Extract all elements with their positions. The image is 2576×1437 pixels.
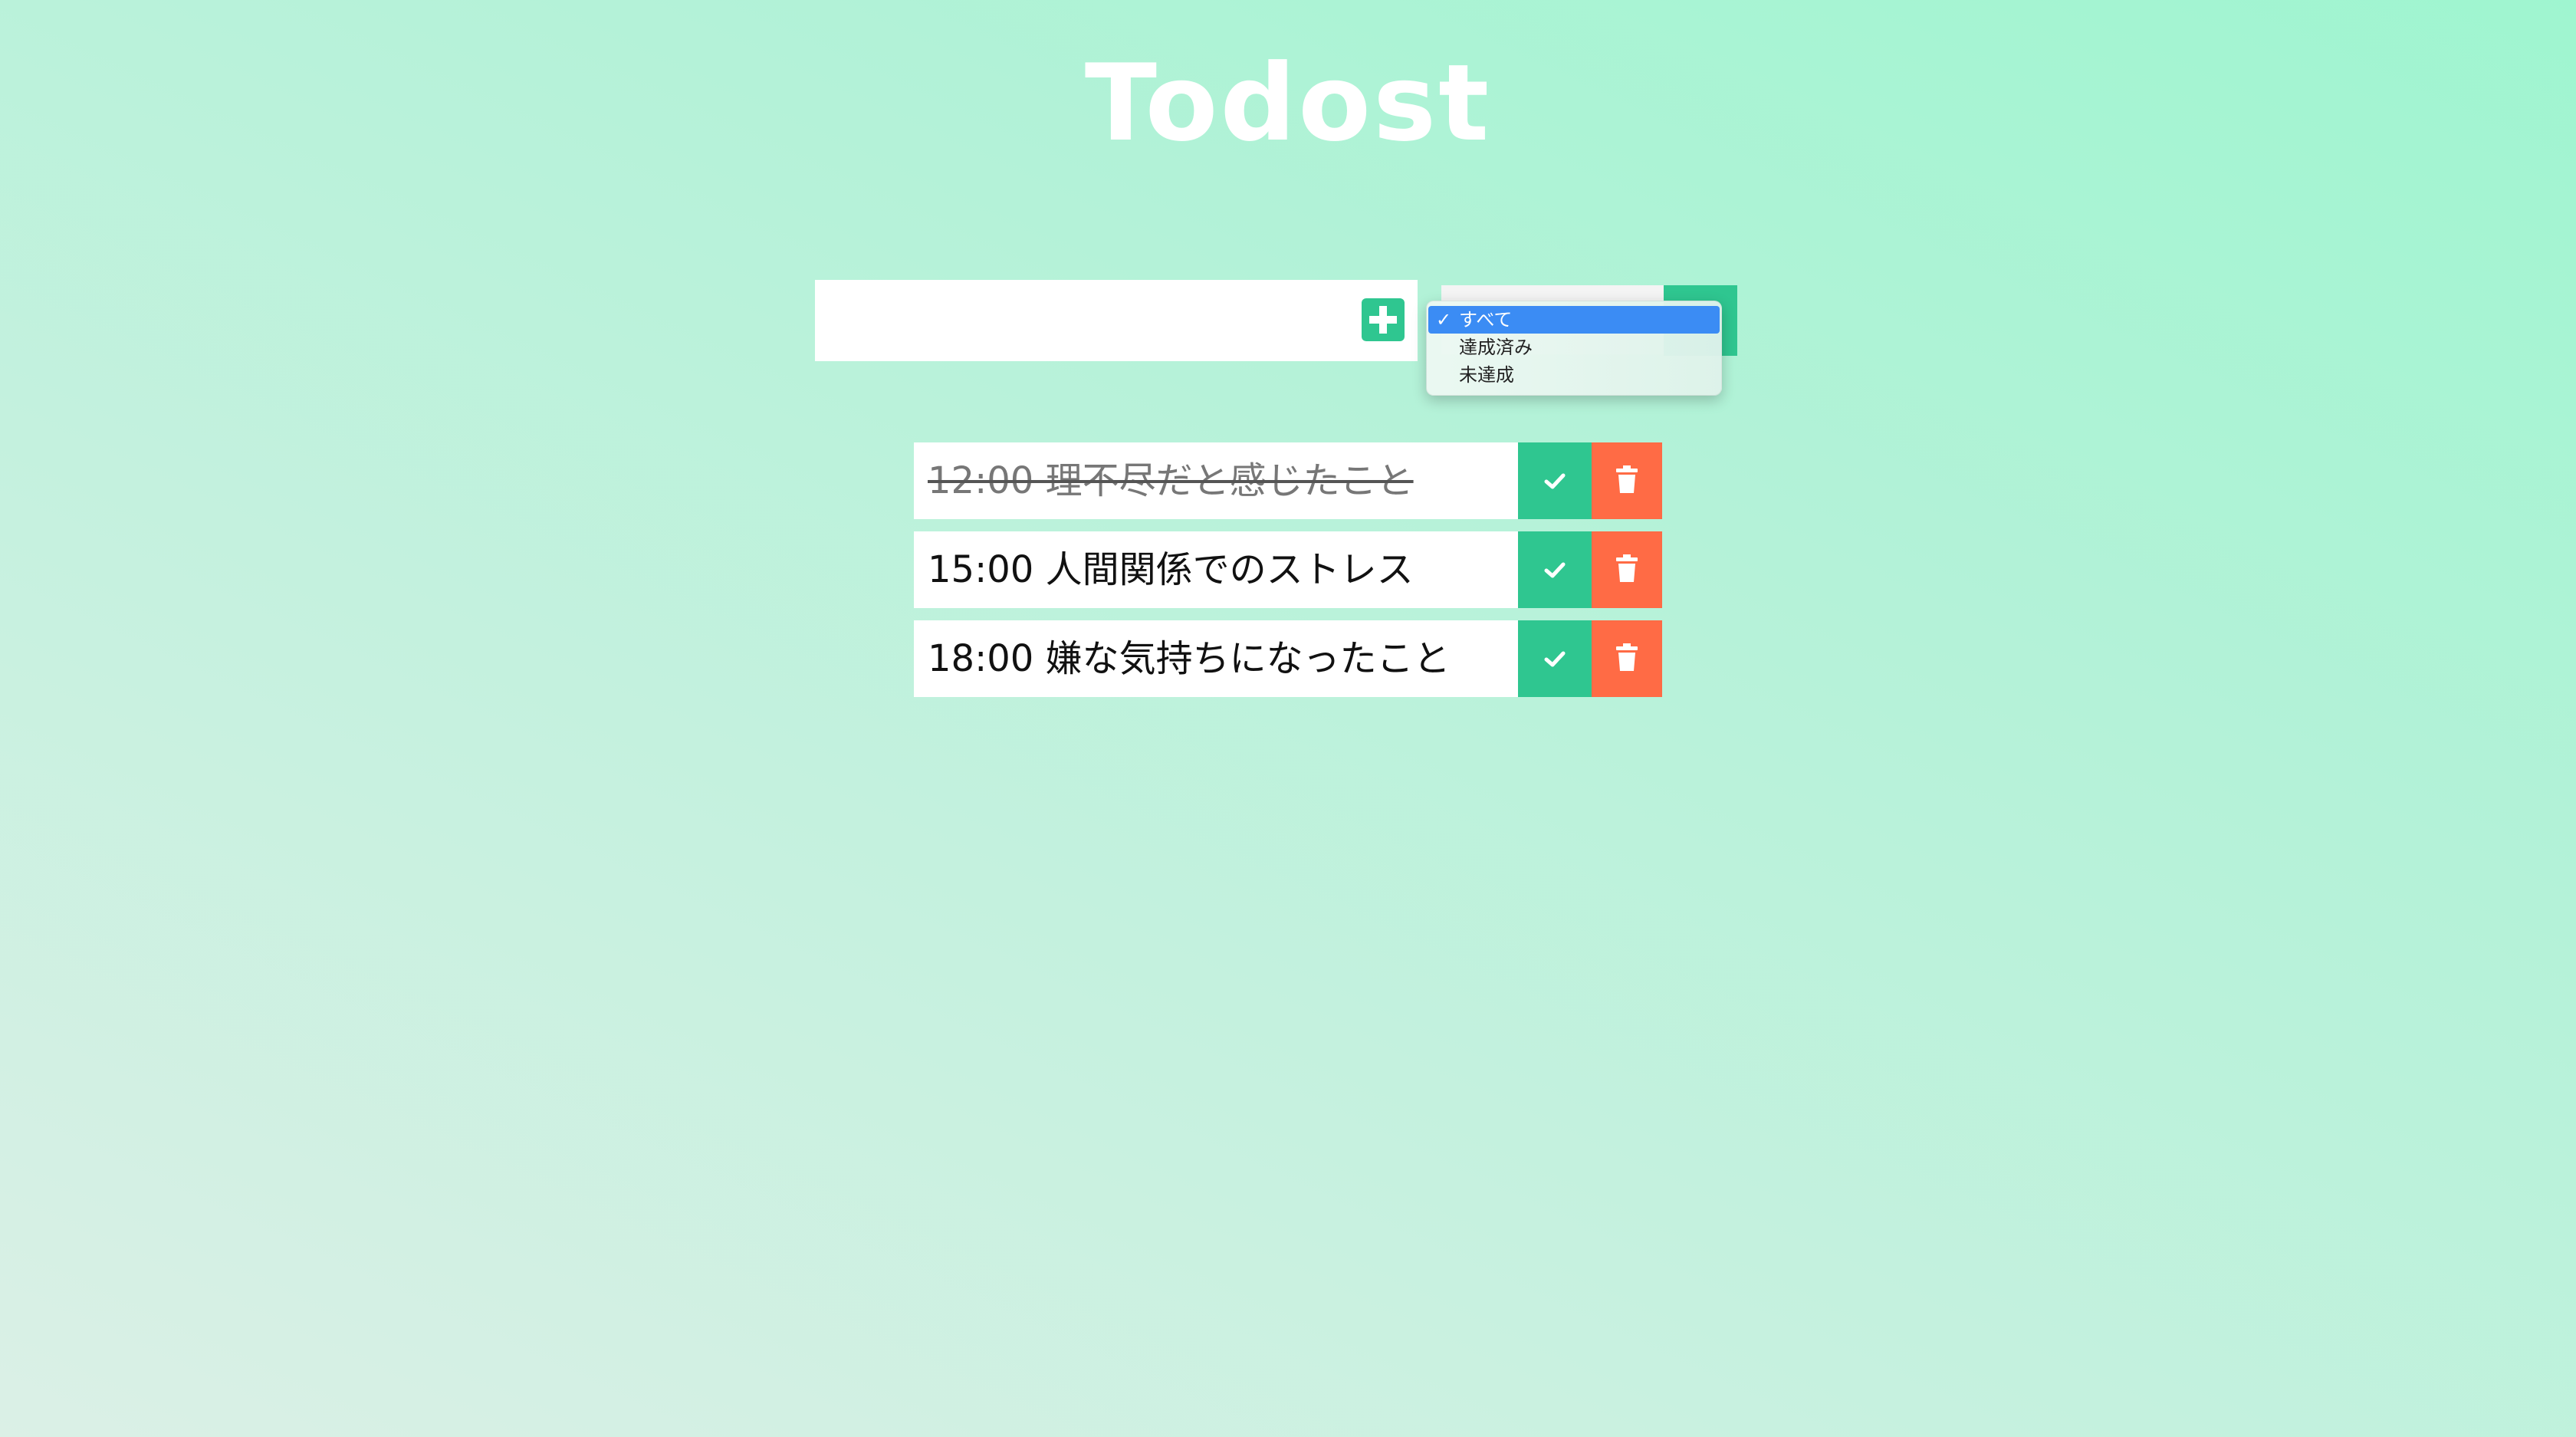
check-icon	[1544, 473, 1566, 489]
todo-text: 18:00 嫌な気持ちになったこと	[914, 620, 1518, 697]
filter-dropdown: ✓ すべて 達成済み 未達成	[1426, 301, 1722, 396]
filter-option-label: 未達成	[1459, 364, 1514, 386]
check-icon	[1544, 651, 1566, 667]
todo-item: 12:00 理不尽だと感じたこと	[914, 442, 1662, 519]
check-icon	[1544, 562, 1566, 578]
plus-icon-vertical	[1379, 306, 1387, 334]
todo-text: 15:00 人間関係でのストレス	[914, 531, 1518, 608]
filter-option-completed[interactable]: 達成済み	[1428, 334, 1720, 361]
app-title: Todost	[1084, 41, 1492, 165]
checkmark-icon: ✓	[1436, 309, 1452, 330]
complete-button[interactable]	[1518, 531, 1592, 608]
trash-icon	[1616, 554, 1638, 582]
complete-button[interactable]	[1518, 442, 1592, 519]
delete-button[interactable]	[1592, 442, 1662, 519]
trash-icon	[1616, 643, 1638, 671]
filter-option-label: すべて	[1459, 309, 1513, 330]
todo-item: 18:00 嫌な気持ちになったこと	[914, 620, 1662, 697]
trash-icon	[1616, 465, 1638, 493]
add-todo-button[interactable]	[1362, 298, 1405, 341]
delete-button[interactable]	[1592, 531, 1662, 608]
filter-option-all[interactable]: ✓ すべて	[1428, 306, 1720, 334]
complete-button[interactable]	[1518, 620, 1592, 697]
filter-option-label: 達成済み	[1459, 337, 1533, 358]
todo-text: 12:00 理不尽だと感じたこと	[914, 442, 1518, 519]
todo-item: 15:00 人間関係でのストレス	[914, 531, 1662, 608]
filter-option-incomplete[interactable]: 未達成	[1428, 361, 1720, 389]
delete-button[interactable]	[1592, 620, 1662, 697]
todo-input[interactable]	[815, 280, 1418, 361]
